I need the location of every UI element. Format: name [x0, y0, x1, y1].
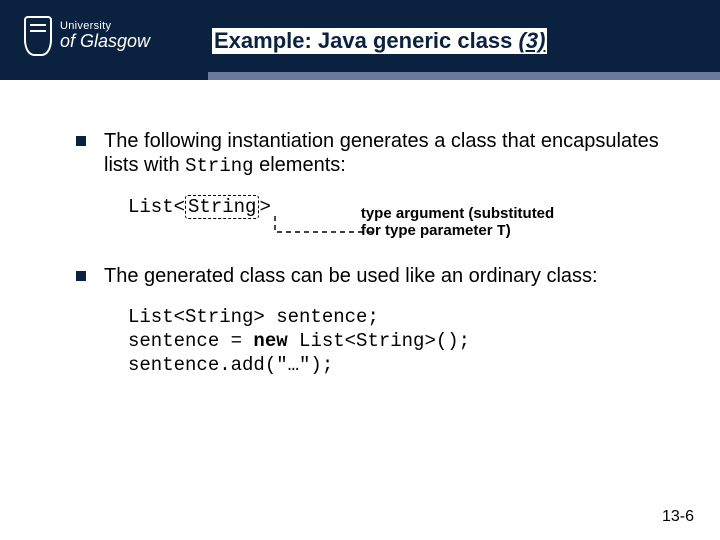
annotation-line2-code: T [497, 223, 506, 240]
code-l3: sentence.add("…"); [128, 354, 333, 376]
title-main: Example: Java generic class [214, 28, 519, 53]
crest-icon [24, 16, 52, 56]
code-l2-pre: sentence = [128, 330, 253, 352]
slide: University of Glasgow Example: Java gene… [0, 0, 720, 540]
bullet-2: The generated class can be used like an … [76, 265, 672, 289]
example-1-suffix: > [259, 196, 270, 218]
code-l1: List<String> sentence; [128, 306, 379, 328]
example-1-typearg-box: String [185, 195, 259, 219]
logo-text: University of Glasgow [60, 21, 150, 51]
bullet-1-code: String [185, 155, 253, 177]
annotation-line1: type argument (substituted [361, 205, 554, 222]
slide-title: Example: Java generic class (3) [212, 28, 547, 54]
page-number: 13-6 [662, 508, 694, 526]
accent-band [0, 72, 720, 80]
university-logo: University of Glasgow [24, 16, 150, 56]
slide-body: The following instantiation generates a … [0, 130, 720, 510]
code-l2-kw: new [253, 330, 287, 352]
bullet-2-text: The generated class can be used like an … [104, 265, 598, 287]
annotation-line2-post: ) [506, 222, 511, 239]
type-argument-annotation: type argument (substituted for type para… [361, 205, 554, 241]
example-1-typearg: String [188, 196, 256, 218]
code-block: List<String> sentence; sentence = new Li… [128, 306, 672, 377]
title-suffix: (3) [519, 28, 546, 53]
bullet-1-post: elements: [254, 154, 346, 176]
code-l2-post: List<String>(); [288, 330, 470, 352]
example-1-code: List<String> [128, 195, 271, 219]
example-1-prefix: List< [128, 196, 185, 218]
bullet-1: The following instantiation generates a … [76, 130, 672, 177]
annotation-leader [170, 224, 386, 225]
logo-line2: of Glasgow [60, 32, 150, 50]
